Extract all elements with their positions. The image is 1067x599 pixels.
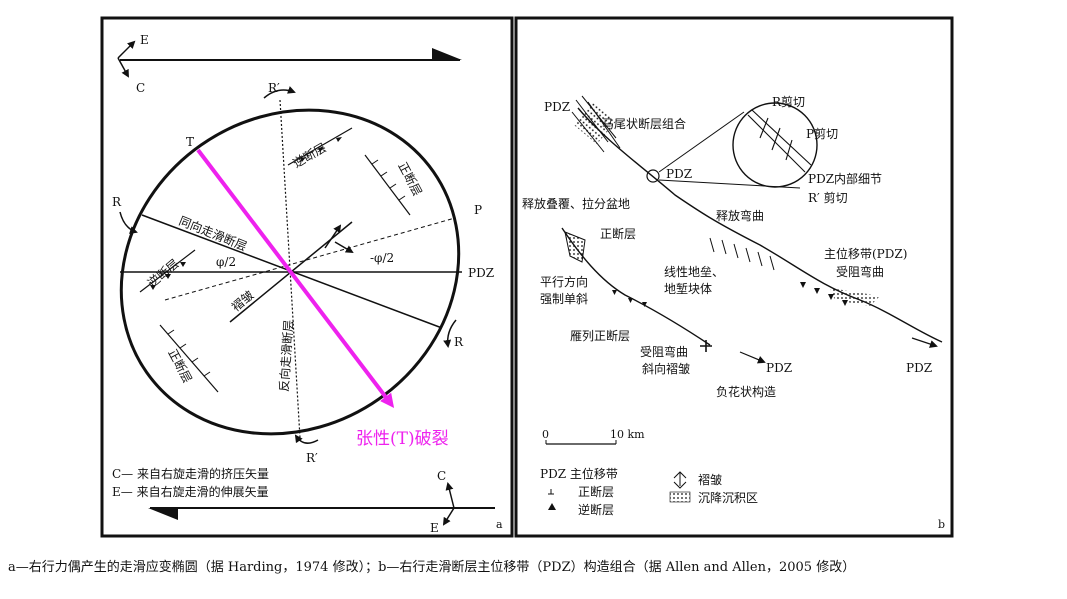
restraining-bend-dots bbox=[830, 288, 880, 306]
legend-a-c: C— 来自右旋走滑的挤压矢量 bbox=[112, 466, 269, 481]
label-p-shear: P剪切 bbox=[806, 126, 838, 141]
label-horsetail: 马尾状断层组合 bbox=[602, 116, 686, 131]
label-normal-fault-top: 正断层 bbox=[395, 159, 425, 198]
flower-sense-arrow bbox=[739, 351, 766, 364]
legend-a-e: E— 来自右旋走滑的伸展矢量 bbox=[112, 484, 269, 499]
label-restraining-bend-low: 受阻弯曲 bbox=[640, 344, 688, 359]
scale-ten: 10 km bbox=[610, 428, 645, 441]
label-restraining-bend-right: 受阻弯曲 bbox=[836, 264, 884, 279]
compass-bottom: C E bbox=[430, 469, 455, 535]
label-r-prime-shear: R′ 剪切 bbox=[808, 190, 848, 205]
label-r-prime-top: R′ bbox=[268, 81, 280, 95]
oblique-fold-symbol bbox=[700, 340, 712, 352]
legend-b-basin: 沉降沉积区 bbox=[698, 491, 758, 505]
label-horst-2: 地堑块体 bbox=[664, 282, 712, 296]
legend-basin-icon bbox=[669, 491, 691, 503]
label-phi-half-left: φ/2 bbox=[216, 255, 236, 269]
label-reverse-fault-top: 逆断层 bbox=[290, 140, 329, 171]
scale-bar: 0 10 km bbox=[542, 428, 645, 445]
diagram-canvas: E C C E R′ T R P PDZ R R′ 逆断层 正断层 同向走滑断层… bbox=[100, 16, 954, 538]
label-r-right: R bbox=[454, 335, 464, 349]
r-prime-bottom-rotation bbox=[294, 434, 319, 444]
detail-fault-lines bbox=[747, 109, 812, 173]
legend-b-normal: 正断层 bbox=[578, 484, 614, 499]
label-pdz: PDZ bbox=[468, 266, 494, 280]
label-pdz-mid: PDZ bbox=[666, 167, 692, 181]
compass-bottom-c: C bbox=[437, 469, 446, 483]
dextral-arrow-top bbox=[120, 48, 462, 61]
panel-a: E C C E R′ T R P PDZ R R′ 逆断层 正断层 同向走滑断层… bbox=[100, 16, 514, 538]
legend-b-fold: 褶皱 bbox=[698, 472, 722, 487]
label-reverse-fault-left: 逆断层 bbox=[144, 256, 181, 291]
panel-b: PDZ 马尾状断层组合 R剪切 P剪切 PDZ PDZ内部细节 R′ 剪切 释放… bbox=[514, 16, 954, 538]
dextral-arrow-bottom bbox=[148, 507, 495, 520]
label-t: T bbox=[186, 135, 194, 149]
label-r-shear: R剪切 bbox=[772, 94, 805, 109]
label-sync-strike-slip: 同向走滑断层 bbox=[177, 213, 249, 254]
label-r-left: R bbox=[112, 195, 122, 209]
legend-b: PDZ 主位移带 正断层 逆断层 褶皱 沉降沉积区 bbox=[540, 466, 758, 517]
compass-top: E C bbox=[117, 33, 149, 95]
label-parallel-2: 强制单斜 bbox=[540, 292, 588, 306]
pdz-sense-arrow bbox=[911, 337, 938, 348]
label-pdz-bottom-a: PDZ bbox=[766, 361, 792, 375]
legend-normal-icon bbox=[548, 489, 554, 495]
pull-apart-basin bbox=[564, 231, 586, 263]
label-pdz-detail: PDZ内部细节 bbox=[808, 171, 882, 186]
label-pdz-bottom-b: PDZ bbox=[906, 361, 932, 375]
legend-b-reverse: 逆断层 bbox=[578, 502, 614, 517]
label-echelon: 雁列正断层 bbox=[570, 328, 630, 343]
label-p: P bbox=[474, 203, 482, 217]
label-normal-fault: 正断层 bbox=[600, 226, 636, 241]
figure-caption: a—右行力偶产生的走滑应变椭圆（据 Harding，1974 修改）；b—右行走… bbox=[8, 560, 856, 575]
reverse-fault-triangles bbox=[612, 282, 848, 307]
label-phi-half-right: -φ/2 bbox=[370, 251, 394, 265]
compass-top-e: E bbox=[140, 33, 149, 47]
panel-b-letter: b bbox=[938, 518, 945, 531]
fold-arrow-a bbox=[324, 224, 342, 249]
label-tension-fracture: 张性(T)破裂 bbox=[356, 429, 449, 449]
label-oblique-fold: 斜向褶皱 bbox=[642, 361, 690, 376]
label-main-pdz: 主位移带(PDZ) bbox=[824, 246, 907, 261]
panel-a-letter: a bbox=[496, 518, 503, 531]
legend-reverse-icon bbox=[548, 503, 556, 510]
pdz-main-trace bbox=[577, 107, 943, 343]
figure: E C C E R′ T R P PDZ R R′ 逆断层 正断层 同向走滑断层… bbox=[0, 0, 1067, 595]
label-parallel-1: 平行方向 bbox=[540, 274, 588, 289]
legend-fold-icon bbox=[673, 471, 687, 489]
label-flower: 负花状构造 bbox=[716, 384, 776, 399]
compass-top-c: C bbox=[136, 81, 145, 95]
label-horst-1: 线性地垒、 bbox=[664, 265, 724, 279]
compass-bottom-e: E bbox=[430, 521, 439, 535]
scale-zero: 0 bbox=[542, 428, 549, 441]
detail-circle bbox=[732, 102, 818, 188]
label-antithetic-strike-slip: 反向走滑断层 bbox=[276, 319, 296, 392]
label-pdz-top: PDZ bbox=[544, 100, 570, 114]
label-normal-fault-bottom: 正断层 bbox=[165, 346, 195, 385]
label-r-prime-bottom: R′ bbox=[306, 451, 318, 465]
legend-b-pdz: PDZ 主位移带 bbox=[540, 466, 618, 481]
label-fold: 褶皱 bbox=[228, 287, 256, 314]
label-release-overlap: 释放叠覆、拉分盆地 bbox=[522, 196, 630, 211]
label-release-bend: 释放弯曲 bbox=[716, 208, 764, 223]
fold-arrow-b bbox=[334, 241, 354, 254]
